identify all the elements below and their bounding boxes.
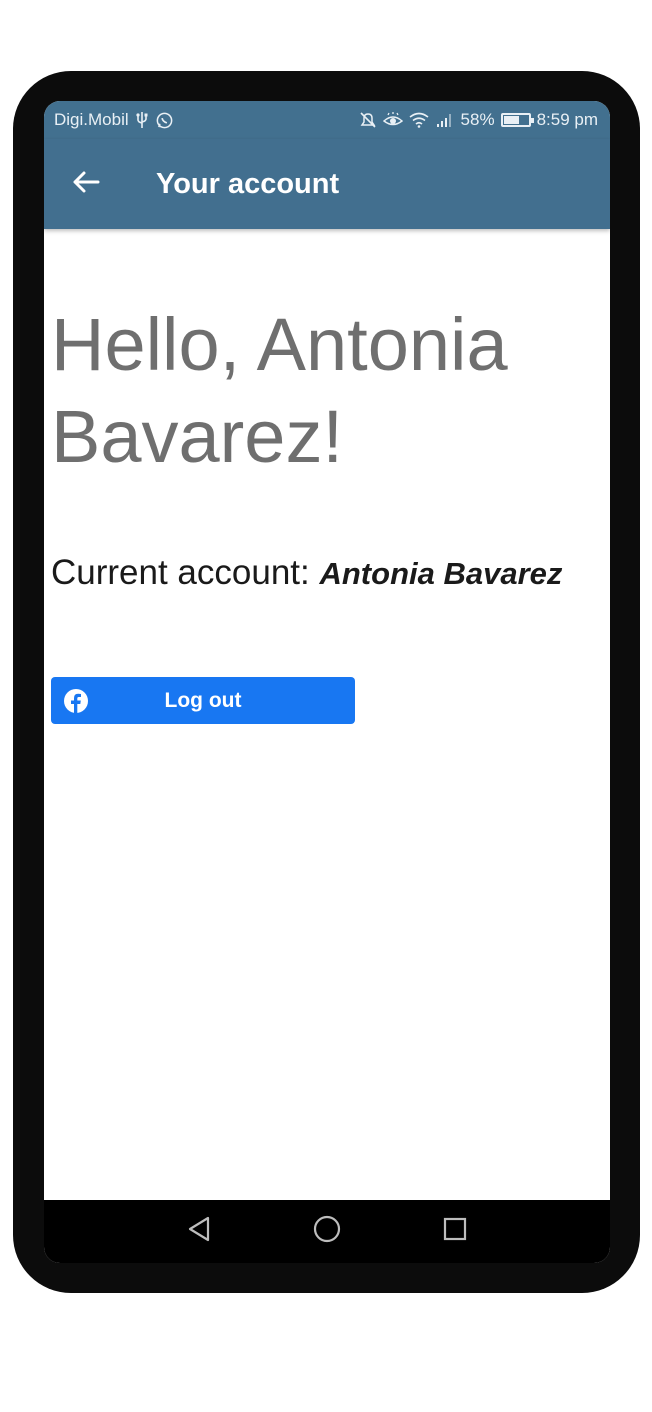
back-triangle-icon — [186, 1215, 212, 1248]
battery-percent: 58% — [460, 110, 495, 129]
status-bar: Digi.Mobil 58% 8:59 pm — [44, 101, 610, 139]
clock: 8:59 pm — [536, 110, 598, 129]
nav-recents-button[interactable] — [431, 1208, 479, 1256]
usb-icon — [135, 111, 149, 129]
account-content: Hello, Antonia Bavarez! Current account:… — [51, 229, 603, 724]
nav-home-button[interactable] — [303, 1208, 351, 1256]
status-left: Digi.Mobil — [54, 110, 174, 130]
battery-fill — [503, 116, 519, 124]
current-account-line: Current account: Antonia Bavarez — [51, 553, 603, 593]
arrow-left-icon — [72, 170, 100, 199]
greeting-heading: Hello, Antonia Bavarez! — [51, 303, 508, 478]
nav-back-button[interactable] — [175, 1208, 223, 1256]
wifi-icon — [409, 112, 429, 128]
logout-label: Log out — [164, 688, 242, 712]
home-circle-icon — [312, 1214, 342, 1249]
page-title: Your account — [156, 167, 340, 200]
mute-icon — [359, 111, 377, 129]
system-nav-bar — [44, 1200, 610, 1263]
whatsapp-icon — [155, 111, 174, 130]
screen: Digi.Mobil 58% 8:59 pm Your account Hell… — [44, 101, 610, 1263]
current-account-name: Antonia Bavarez — [319, 556, 563, 591]
eye-comfort-icon — [382, 112, 403, 128]
recents-square-icon — [442, 1216, 468, 1247]
battery-icon — [500, 113, 534, 127]
logout-button[interactable]: Log out — [51, 677, 355, 724]
signal-icon — [435, 112, 455, 128]
facebook-icon — [63, 688, 89, 714]
app-bar: Your account — [44, 139, 610, 229]
back-button[interactable] — [44, 139, 128, 229]
current-account-label: Current account: — [51, 553, 310, 592]
carrier-name: Digi.Mobil — [54, 110, 129, 129]
status-right: 58% 8:59 pm — [359, 110, 598, 130]
